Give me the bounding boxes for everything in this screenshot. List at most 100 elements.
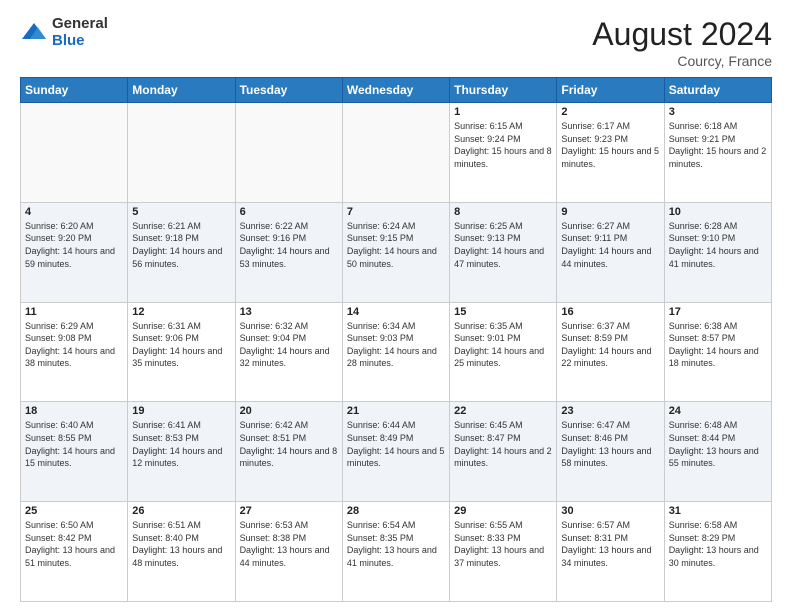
day-cell-2-0: 11Sunrise: 6:29 AMSunset: 9:08 PMDayligh…	[21, 302, 128, 402]
day-detail: Sunrise: 6:31 AMSunset: 9:06 PMDaylight:…	[132, 320, 230, 370]
daylight-label: Daylight: 13 hours and 48 minutes.	[132, 545, 222, 568]
day-number: 15	[454, 306, 552, 318]
day-detail: Sunrise: 6:25 AMSunset: 9:13 PMDaylight:…	[454, 220, 552, 270]
sunset-label: Sunset: 8:29 PM	[669, 533, 736, 543]
logo-blue-text: Blue	[52, 33, 108, 50]
day-number: 4	[25, 206, 123, 218]
day-cell-3-3: 21Sunrise: 6:44 AMSunset: 8:49 PMDayligh…	[342, 402, 449, 502]
sunrise-label: Sunrise: 6:29 AM	[25, 321, 94, 331]
day-number: 1	[454, 106, 552, 118]
day-number: 29	[454, 505, 552, 517]
logo-icon	[20, 19, 48, 47]
sunrise-label: Sunrise: 6:24 AM	[347, 221, 416, 231]
sunset-label: Sunset: 9:21 PM	[669, 134, 736, 144]
day-detail: Sunrise: 6:58 AMSunset: 8:29 PMDaylight:…	[669, 519, 767, 569]
sunrise-label: Sunrise: 6:28 AM	[669, 221, 738, 231]
daylight-label: Daylight: 13 hours and 37 minutes.	[454, 545, 544, 568]
sunset-label: Sunset: 8:49 PM	[347, 433, 414, 443]
day-number: 21	[347, 405, 445, 417]
day-number: 2	[561, 106, 659, 118]
day-detail: Sunrise: 6:34 AMSunset: 9:03 PMDaylight:…	[347, 320, 445, 370]
day-cell-3-2: 20Sunrise: 6:42 AMSunset: 8:51 PMDayligh…	[235, 402, 342, 502]
sunset-label: Sunset: 9:08 PM	[25, 333, 92, 343]
day-cell-4-5: 30Sunrise: 6:57 AMSunset: 8:31 PMDayligh…	[557, 502, 664, 602]
daylight-label: Daylight: 13 hours and 58 minutes.	[561, 446, 651, 469]
col-sunday: Sunday	[21, 78, 128, 103]
sunset-label: Sunset: 9:01 PM	[454, 333, 521, 343]
day-number: 6	[240, 206, 338, 218]
daylight-label: Daylight: 14 hours and 28 minutes.	[347, 346, 437, 369]
sunset-label: Sunset: 8:38 PM	[240, 533, 307, 543]
daylight-label: Daylight: 14 hours and 53 minutes.	[240, 246, 330, 269]
sunrise-label: Sunrise: 6:48 AM	[669, 420, 738, 430]
daylight-label: Daylight: 14 hours and 35 minutes.	[132, 346, 222, 369]
sunrise-label: Sunrise: 6:58 AM	[669, 520, 738, 530]
header: General Blue August 2024 Courcy, France	[20, 16, 772, 69]
sunset-label: Sunset: 8:31 PM	[561, 533, 628, 543]
sunrise-label: Sunrise: 6:51 AM	[132, 520, 201, 530]
week-row-3: 18Sunrise: 6:40 AMSunset: 8:55 PMDayligh…	[21, 402, 772, 502]
col-wednesday: Wednesday	[342, 78, 449, 103]
day-number: 12	[132, 306, 230, 318]
day-cell-4-1: 26Sunrise: 6:51 AMSunset: 8:40 PMDayligh…	[128, 502, 235, 602]
daylight-label: Daylight: 14 hours and 15 minutes.	[25, 446, 115, 469]
day-detail: Sunrise: 6:53 AMSunset: 8:38 PMDaylight:…	[240, 519, 338, 569]
sunset-label: Sunset: 8:33 PM	[454, 533, 521, 543]
day-cell-0-5: 2Sunrise: 6:17 AMSunset: 9:23 PMDaylight…	[557, 103, 664, 203]
daylight-label: Daylight: 14 hours and 41 minutes.	[669, 246, 759, 269]
sunrise-label: Sunrise: 6:55 AM	[454, 520, 523, 530]
day-detail: Sunrise: 6:54 AMSunset: 8:35 PMDaylight:…	[347, 519, 445, 569]
day-detail: Sunrise: 6:38 AMSunset: 8:57 PMDaylight:…	[669, 320, 767, 370]
sunset-label: Sunset: 9:10 PM	[669, 233, 736, 243]
sunrise-label: Sunrise: 6:15 AM	[454, 121, 523, 131]
sunset-label: Sunset: 8:35 PM	[347, 533, 414, 543]
day-cell-4-0: 25Sunrise: 6:50 AMSunset: 8:42 PMDayligh…	[21, 502, 128, 602]
sunset-label: Sunset: 9:11 PM	[561, 233, 627, 243]
daylight-label: Daylight: 15 hours and 2 minutes.	[669, 146, 767, 169]
sunrise-label: Sunrise: 6:31 AM	[132, 321, 201, 331]
day-number: 25	[25, 505, 123, 517]
day-detail: Sunrise: 6:27 AM Sunset: 9:11 PM Daylight:…	[561, 220, 659, 270]
day-cell-2-4: 15Sunrise: 6:35 AMSunset: 9:01 PMDayligh…	[450, 302, 557, 402]
page: General Blue August 2024 Courcy, France …	[0, 0, 792, 612]
sunset-label: Sunset: 8:47 PM	[454, 433, 521, 443]
day-detail: Sunrise: 6:32 AMSunset: 9:04 PMDaylight:…	[240, 320, 338, 370]
daylight-label: Daylight: 14 hours and 32 minutes.	[240, 346, 330, 369]
daylight-label: Daylight: 14 hours and 8 minutes.	[240, 446, 338, 469]
sunset-label: Sunset: 8:44 PM	[669, 433, 736, 443]
day-detail: Sunrise: 6:41 AMSunset: 8:53 PMDaylight:…	[132, 419, 230, 469]
day-detail: Sunrise: 6:35 AMSunset: 9:01 PMDaylight:…	[454, 320, 552, 370]
day-number: 28	[347, 505, 445, 517]
day-cell-1-1: 5 Sunrise: 6:21 AMSunset: 9:18 PMDaylight…	[128, 202, 235, 302]
day-cell-1-5: 9 Sunrise: 6:27 AM Sunset: 9:11 PM Daylight…	[557, 202, 664, 302]
sunrise-label: Sunrise: 6:38 AM	[669, 321, 738, 331]
sunset-label: Sunset: 8:59 PM	[561, 333, 628, 343]
day-number: 23	[561, 405, 659, 417]
sunrise-label: Sunrise: 6:34 AM	[347, 321, 416, 331]
day-detail: Sunrise: 6:37 AMSunset: 8:59 PMDaylight:…	[561, 320, 659, 370]
sunrise-label: Sunrise: 6:21 AM	[132, 221, 201, 231]
sunrise-label: Sunrise: 6:50 AM	[25, 520, 94, 530]
sunset-label: Sunset: 9:13 PM	[454, 233, 521, 243]
sunrise-label: Sunrise: 6:27 AM	[561, 221, 630, 231]
sunset-label: Sunset: 9:23 PM	[561, 134, 628, 144]
day-number: 9	[561, 206, 659, 218]
day-number: 5	[132, 206, 230, 218]
day-cell-2-3: 14Sunrise: 6:34 AMSunset: 9:03 PMDayligh…	[342, 302, 449, 402]
sunrise-label: Sunrise: 6:35 AM	[454, 321, 523, 331]
calendar-header-row: Sunday Monday Tuesday Wednesday Thursday…	[21, 78, 772, 103]
day-cell-0-1	[128, 103, 235, 203]
main-title: August 2024	[592, 16, 772, 53]
day-cell-0-4: 1Sunrise: 6:15 AMSunset: 9:24 PMDaylight…	[450, 103, 557, 203]
daylight-label: Daylight: 14 hours and 5 minutes.	[347, 446, 445, 469]
sunrise-label: Sunrise: 6:53 AM	[240, 520, 309, 530]
day-cell-2-1: 12 Sunrise: 6:31 AMSunset: 9:06 PMDayligh…	[128, 302, 235, 402]
sunrise-label: Sunrise: 6:40 AM	[25, 420, 94, 430]
sunset-label: Sunset: 9:04 PM	[240, 333, 307, 343]
sunset-label: Sunset: 9:20 PM	[25, 233, 92, 243]
daylight-label: Daylight: 14 hours and 44 minutes.	[561, 246, 651, 269]
week-row-2: 11Sunrise: 6:29 AMSunset: 9:08 PMDayligh…	[21, 302, 772, 402]
day-cell-3-1: 19Sunrise: 6:41 AMSunset: 8:53 PMDayligh…	[128, 402, 235, 502]
day-detail: Sunrise: 6:21 AMSunset: 9:18 PMDaylight:…	[132, 220, 230, 270]
day-cell-2-5: 16Sunrise: 6:37 AMSunset: 8:59 PMDayligh…	[557, 302, 664, 402]
